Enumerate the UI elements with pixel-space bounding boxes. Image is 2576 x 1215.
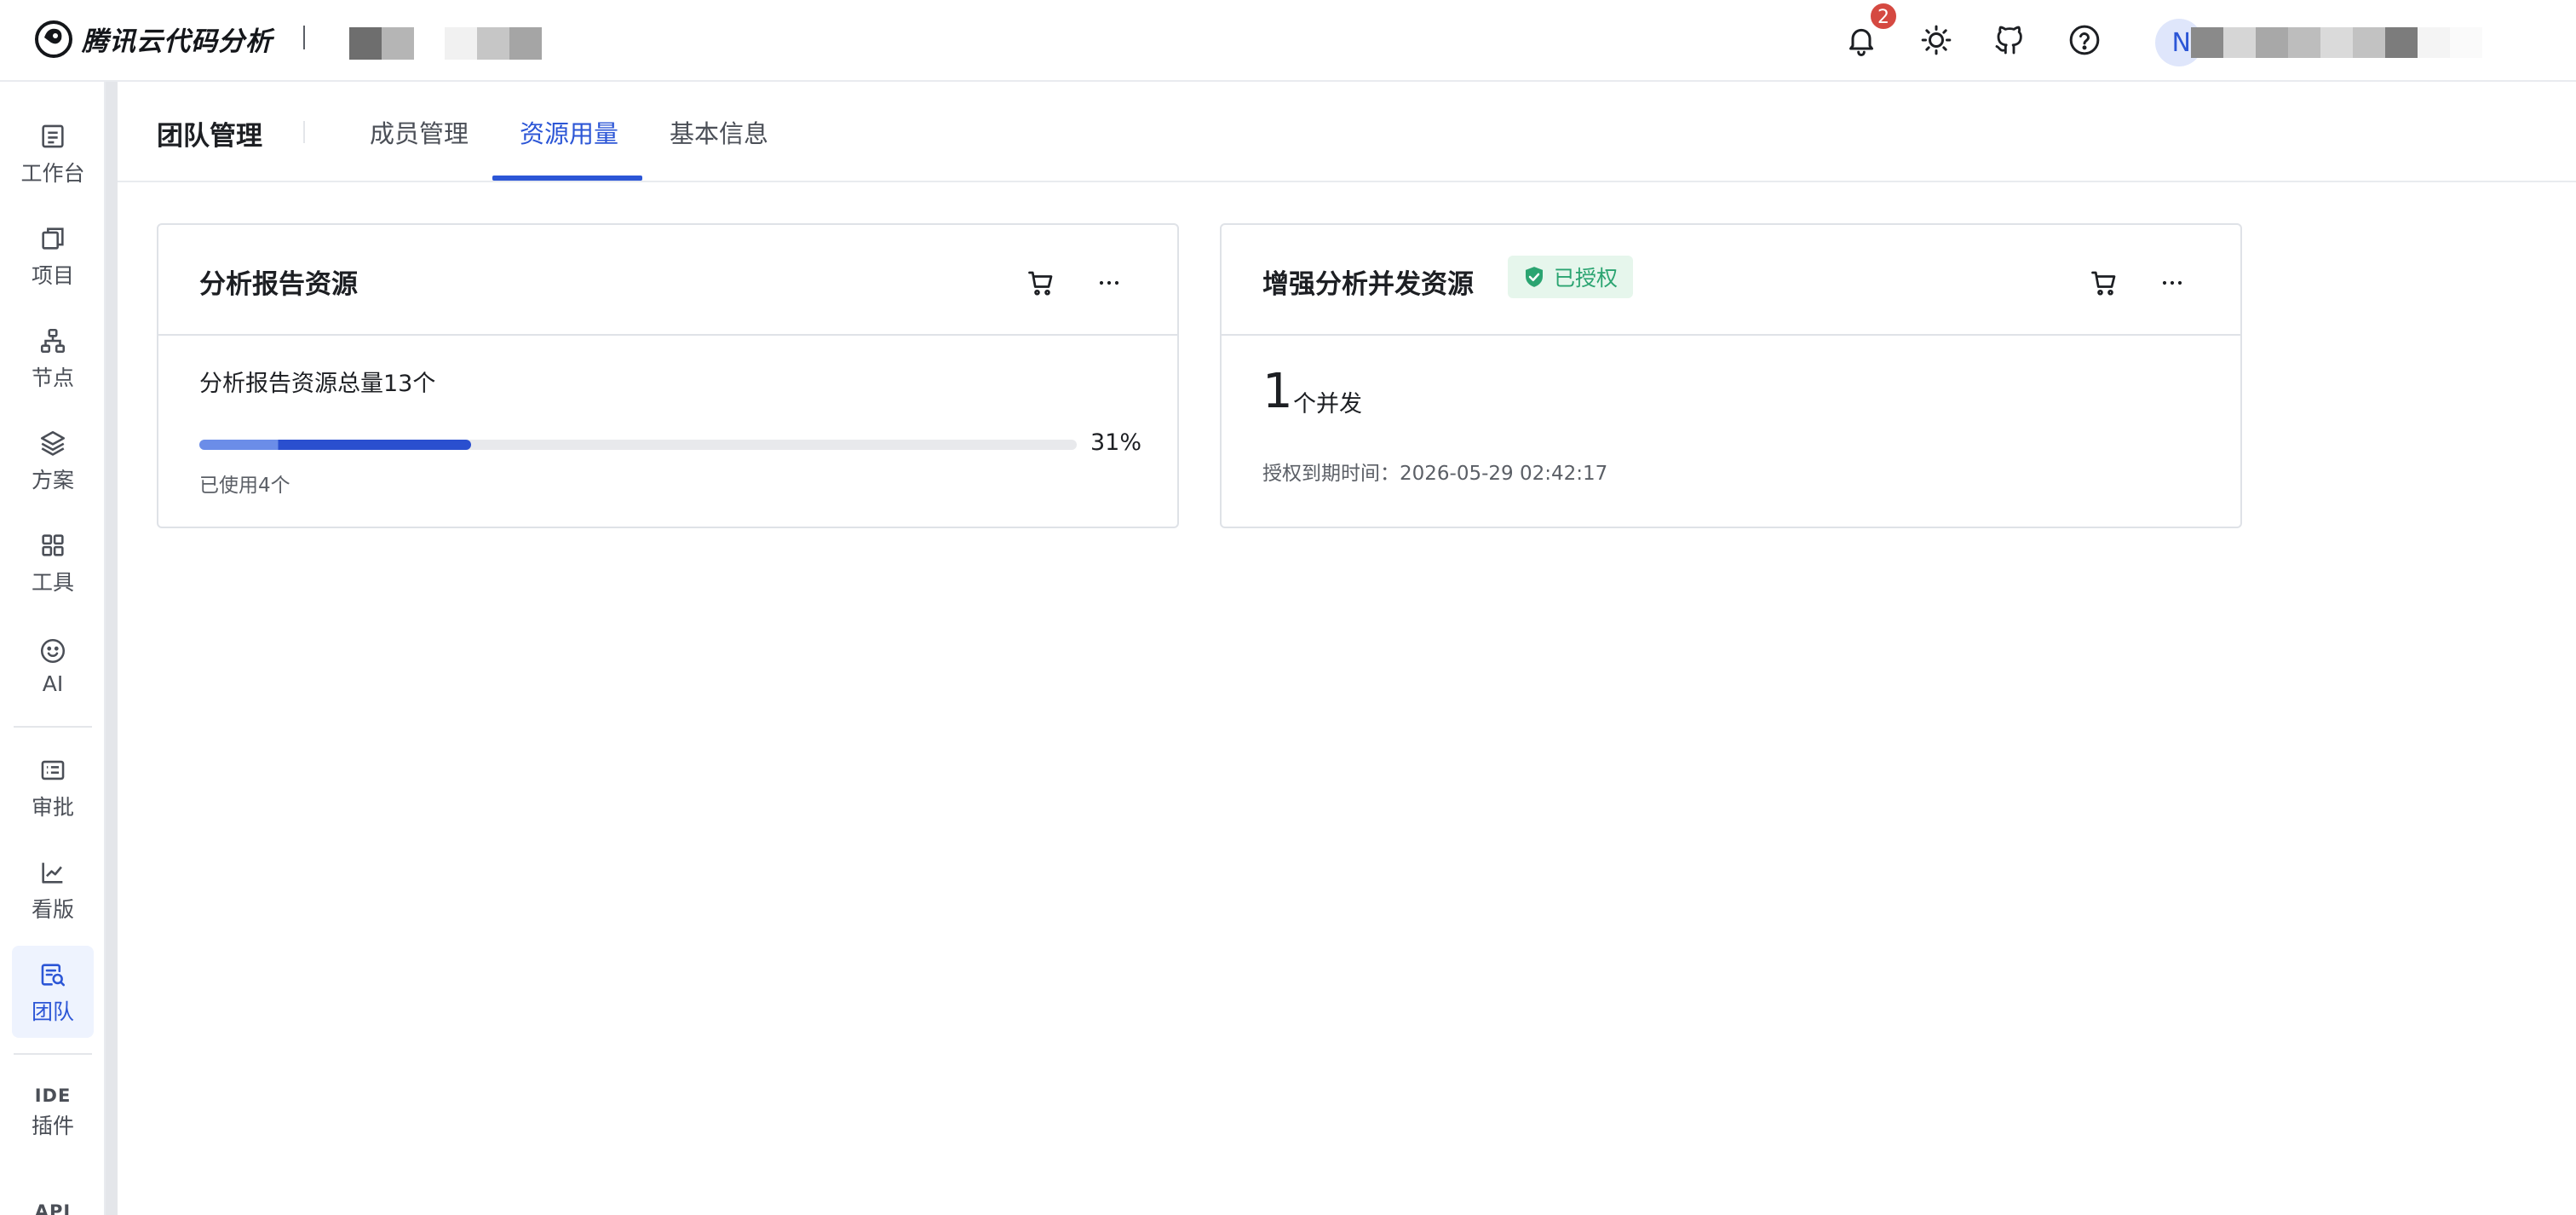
help-button[interactable]	[2063, 19, 2106, 61]
sidebar-item-tools[interactable]: 工具	[12, 516, 94, 608]
scheme-layers-icon	[36, 426, 70, 460]
card-header: 分析报告资源	[158, 225, 1177, 336]
cart-icon	[2091, 271, 2116, 296]
concurrency-count: 1	[1262, 364, 1293, 419]
sidebar-scrollbar[interactable]	[106, 82, 118, 1215]
sidebar-item-label: 团队	[31, 999, 74, 1024]
concurrency-unit: 个并发	[1293, 391, 1362, 417]
tools-grid-icon	[36, 528, 70, 562]
node-icon	[36, 324, 70, 358]
card-header: 增强分析并发资源 已授权	[1222, 225, 2240, 336]
logo-divider	[303, 26, 305, 49]
workbench-icon	[36, 119, 70, 153]
sidebar: 工作台 项目 节点 方案 工具 AI 审批 看版 团队 IDE 插件 API	[0, 82, 106, 1215]
usage-progress-bar	[199, 440, 1077, 450]
top-header: 腾讯云代码分析 2 N	[0, 0, 2576, 82]
sidebar-item-label: 插件	[31, 1114, 74, 1138]
ide-text-icon: IDE	[34, 1085, 72, 1106]
theme-toggle-button[interactable]	[1915, 19, 1958, 61]
title-divider	[303, 121, 305, 143]
tab-basic-info[interactable]: 基本信息	[670, 114, 768, 150]
sidebar-item-dashboard[interactable]: 看版	[12, 844, 94, 936]
sidebar-divider	[14, 1053, 92, 1055]
dashboard-chart-icon	[36, 855, 70, 890]
purchase-button[interactable]	[2085, 264, 2123, 302]
sidebar-item-team[interactable]: 团队	[12, 946, 94, 1038]
github-icon	[1995, 26, 2022, 55]
team-search-icon	[36, 958, 70, 992]
card-title: 增强分析并发资源	[1262, 269, 1474, 300]
page-header: 团队管理 成员管理 资源用量 基本信息	[118, 82, 2576, 182]
help-icon	[2069, 25, 2100, 55]
sidebar-item-project[interactable]: 项目	[12, 210, 94, 302]
concurrency-resource-card: 增强分析并发资源 已授权 1 个并发 授权到期时间：2026-05-29 02:…	[1220, 223, 2242, 528]
sidebar-divider	[14, 726, 92, 728]
card-title: 分析报告资源	[199, 269, 358, 300]
project-icon	[36, 222, 70, 256]
ellipsis-icon	[1099, 280, 1119, 285]
tab-resource-usage[interactable]: 资源用量	[520, 114, 618, 150]
api-text-icon: API	[34, 1201, 72, 1215]
cart-icon	[1028, 271, 1053, 296]
github-button[interactable]	[1988, 19, 2031, 61]
sidebar-item-api[interactable]: API	[12, 1166, 94, 1215]
app-logo[interactable]: 腾讯云代码分析	[32, 17, 273, 60]
sidebar-item-node[interactable]: 节点	[12, 312, 94, 404]
purchase-button[interactable]	[1022, 264, 1060, 302]
notification-badge: 2	[1869, 2, 1898, 31]
sidebar-item-label: AI	[42, 671, 64, 696]
more-options-button[interactable]	[1090, 264, 1128, 302]
sidebar-item-ai[interactable]: AI	[12, 619, 94, 711]
usage-percent: 31%	[1090, 429, 1142, 456]
logo-icon	[35, 20, 72, 58]
sidebar-item-label: 看版	[31, 897, 74, 922]
sidebar-item-approval[interactable]: 审批	[12, 741, 94, 833]
user-name-redacted	[2191, 27, 2482, 58]
resource-total-text: 分析报告资源总量13个	[199, 371, 436, 397]
sidebar-item-label: 工具	[31, 570, 74, 595]
report-resource-card: 分析报告资源 分析报告资源总量13个 31% 已使用4个	[157, 223, 1179, 528]
tab-member-management[interactable]: 成员管理	[370, 114, 469, 150]
ai-smile-icon	[36, 634, 70, 668]
usage-progress-fill	[199, 440, 472, 450]
sidebar-item-label: 项目	[31, 263, 74, 288]
license-expiry-text: 授权到期时间：2026-05-29 02:42:17	[1262, 463, 1608, 485]
approval-list-icon	[36, 753, 70, 787]
sidebar-item-label: 工作台	[20, 161, 85, 186]
used-count-text: 已使用4个	[199, 475, 290, 497]
sidebar-item-scheme[interactable]: 方案	[12, 414, 94, 506]
app-name: 腾讯云代码分析	[82, 26, 273, 57]
sidebar-item-label: 节点	[31, 366, 74, 390]
bell-icon	[1849, 28, 1873, 56]
sidebar-item-label: 审批	[31, 795, 74, 820]
ellipsis-icon	[2162, 280, 2182, 285]
badge-label: 已授权	[1554, 266, 1619, 291]
user-menu[interactable]: N	[2155, 19, 2482, 66]
active-tab-indicator	[492, 176, 642, 181]
sidebar-item-workbench[interactable]: 工作台	[12, 107, 94, 199]
team-name-redacted[interactable]	[349, 27, 542, 60]
page-title: 团队管理	[157, 121, 262, 152]
more-options-button[interactable]	[2153, 264, 2191, 302]
sidebar-item-label: 方案	[31, 468, 74, 492]
shield-check-icon	[1526, 267, 1543, 287]
theme-sun-icon	[1921, 25, 1952, 55]
sidebar-item-ide-plugin[interactable]: IDE 插件	[12, 1067, 94, 1159]
authorized-badge: 已授权	[1508, 256, 1634, 298]
